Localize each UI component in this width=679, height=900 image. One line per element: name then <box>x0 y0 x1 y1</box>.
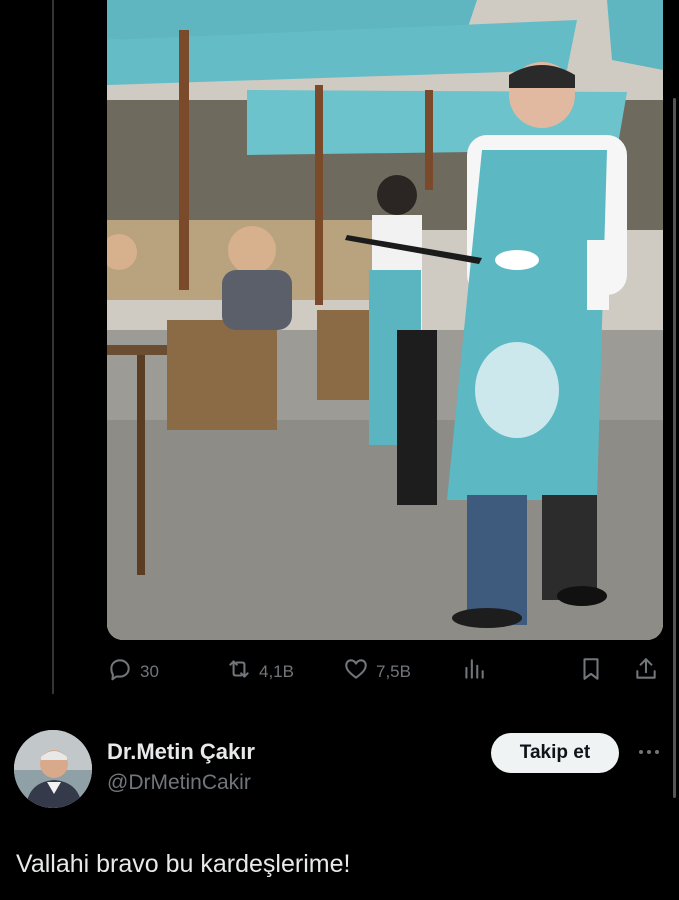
heart-icon <box>343 656 369 687</box>
follow-button[interactable]: Takip et <box>491 733 619 773</box>
reply-count: 30 <box>140 661 159 681</box>
repost-icon <box>226 656 252 687</box>
scrollbar[interactable] <box>673 98 676 798</box>
thread-connector-line <box>52 0 54 694</box>
reply-button[interactable]: 30 <box>107 656 159 687</box>
analytics-icon <box>461 656 487 687</box>
bookmark-button[interactable] <box>578 656 604 687</box>
user-handle[interactable]: @DrMetinCakir <box>107 771 251 795</box>
tweet-text: Vallahi bravo bu kardeşlerime! <box>16 850 351 878</box>
cafe-waiter-photo <box>107 0 663 640</box>
profile-photo <box>14 730 92 808</box>
tweet-photo[interactable] <box>107 0 663 640</box>
reply-icon <box>107 656 133 687</box>
display-name[interactable]: Dr.Metin Çakır <box>107 739 255 765</box>
more-options-icon[interactable] <box>634 737 664 767</box>
avatar[interactable] <box>14 730 92 808</box>
repost-button[interactable]: 4,1B <box>226 656 294 687</box>
repost-count: 4,1B <box>259 661 294 681</box>
bookmark-icon <box>578 656 604 687</box>
views-button[interactable] <box>461 656 487 687</box>
like-button[interactable]: 7,5B <box>343 656 411 687</box>
share-button[interactable] <box>633 656 659 687</box>
like-count: 7,5B <box>376 661 411 681</box>
tweet-action-bar: 30 4,1B 7,5B <box>0 652 679 690</box>
share-icon <box>633 656 659 687</box>
